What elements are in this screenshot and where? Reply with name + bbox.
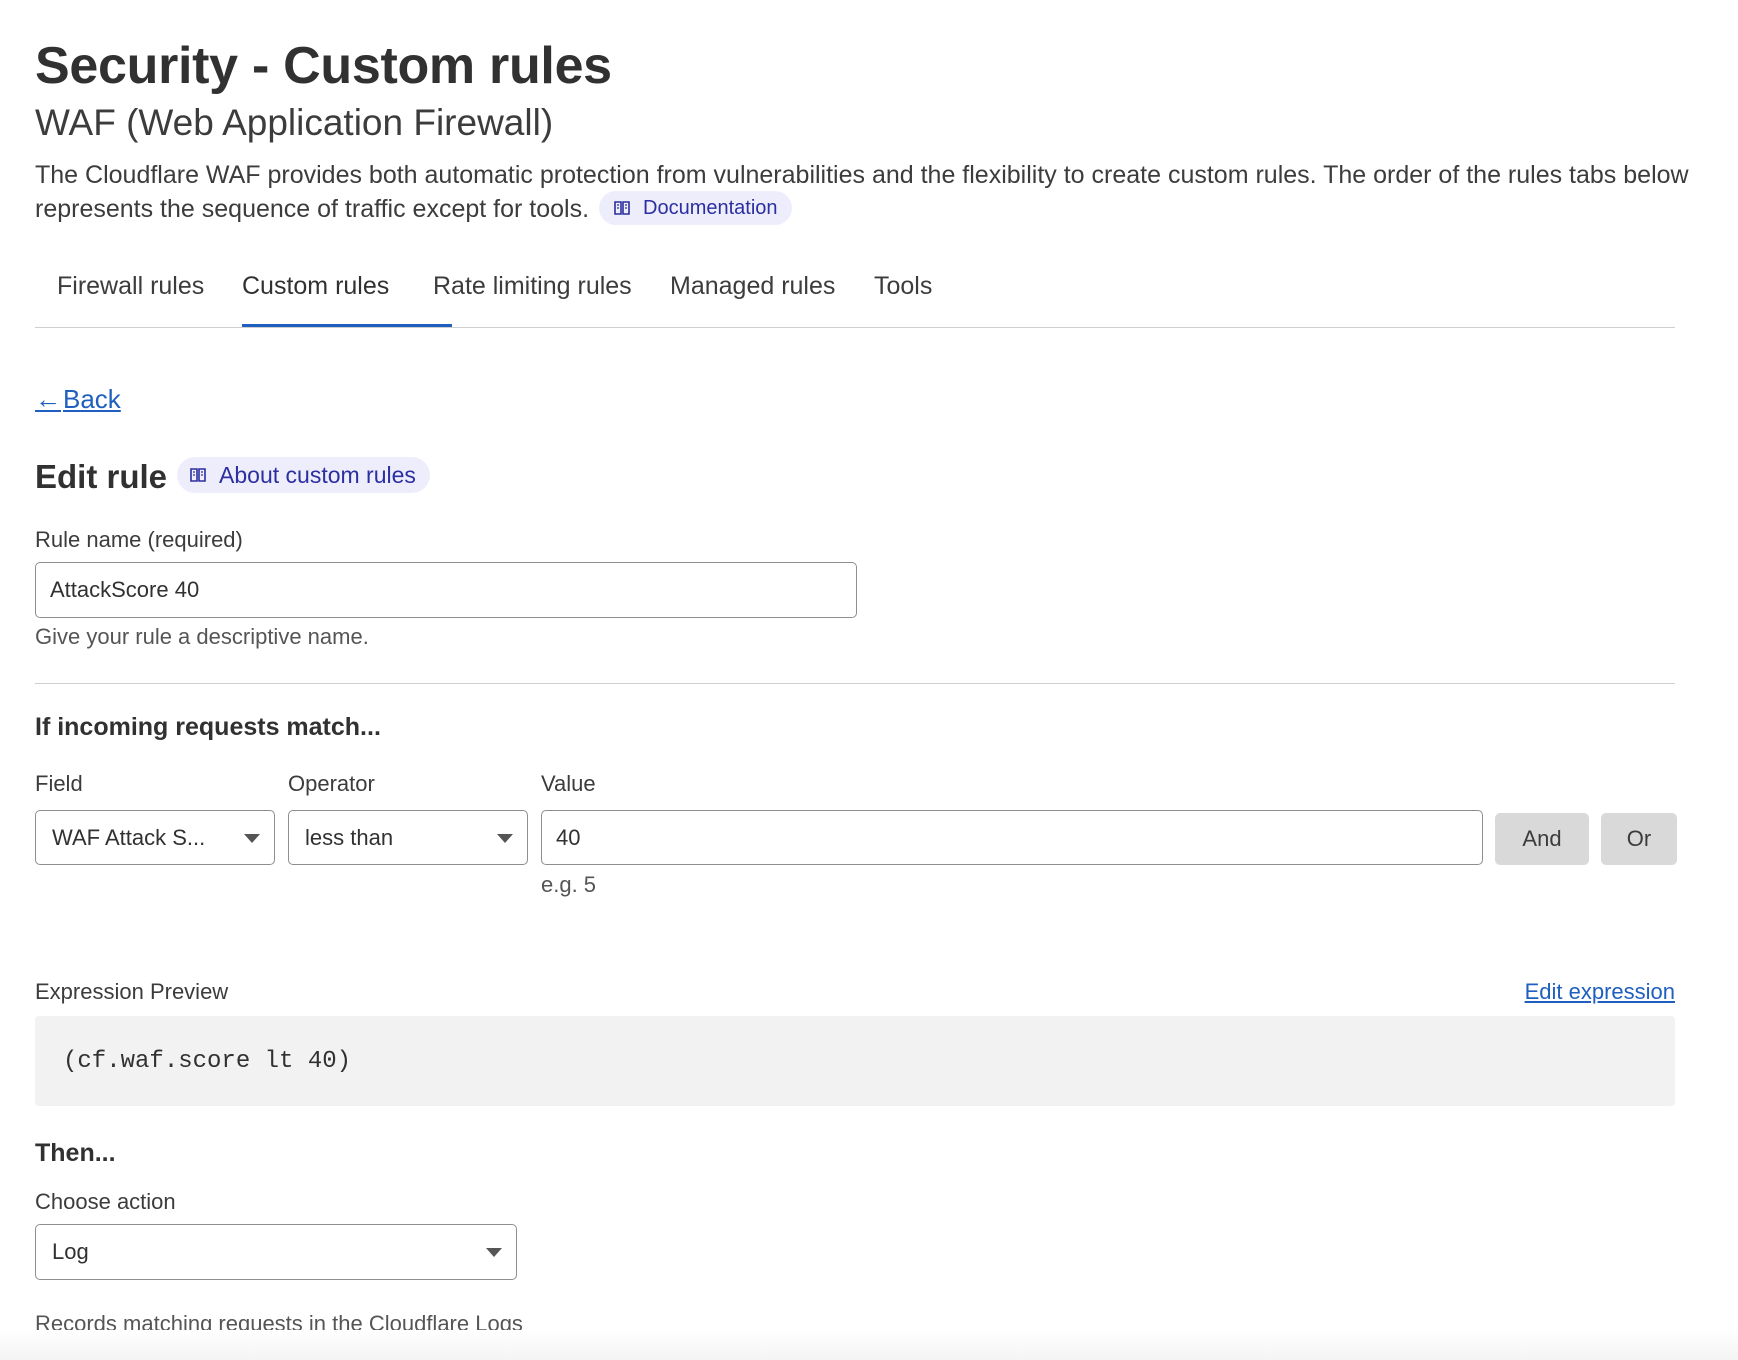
match-heading: If incoming requests match... <box>35 713 381 741</box>
operator-select-value: less than <box>305 824 394 850</box>
arrow-left-icon: ← <box>35 384 61 414</box>
tab-tools[interactable]: Tools <box>874 272 932 301</box>
book-icon <box>189 466 207 484</box>
about-custom-rules-label: About custom rules <box>219 461 416 488</box>
tab-rate-limiting-rules[interactable]: Rate limiting rules <box>433 272 632 301</box>
page-subtitle: WAF (Web Application Firewall) <box>35 102 554 143</box>
value-input[interactable]: 40 <box>541 810 1483 865</box>
expression-preview-label: Expression Preview <box>35 979 229 1004</box>
rule-name-input[interactable]: AttackScore 40 <box>35 562 857 618</box>
value-input-value: 40 <box>556 824 581 850</box>
edit-expression-link[interactable]: Edit expression <box>1525 979 1675 1005</box>
rule-name-label: Rule name (required) <box>35 527 243 552</box>
choose-action-label: Choose action <box>35 1189 176 1214</box>
expression-code: (cf.waf.score lt 40) <box>63 1047 352 1075</box>
about-custom-rules-link[interactable]: About custom rules <box>177 457 430 493</box>
chevron-down-icon <box>497 833 513 843</box>
value-label: Value <box>541 771 596 796</box>
edit-rule-heading: Edit rule <box>35 458 168 495</box>
section-divider <box>35 683 1675 684</box>
operator-label: Operator <box>288 771 375 796</box>
operator-select[interactable]: less than <box>288 810 528 865</box>
page-title: Security - Custom rules <box>35 37 612 95</box>
action-select-value: Log <box>52 1239 89 1264</box>
scroll-fade <box>0 1330 1738 1360</box>
book-icon <box>613 199 631 217</box>
then-heading: Then... <box>35 1139 116 1167</box>
back-link-label: Back <box>63 384 121 414</box>
chevron-down-icon <box>244 833 260 843</box>
rule-name-value: AttackScore 40 <box>50 577 200 602</box>
tab-firewall-rules[interactable]: Firewall rules <box>57 272 204 301</box>
documentation-link[interactable]: Documentation <box>599 191 792 226</box>
documentation-link-label: Documentation <box>643 197 778 220</box>
edit-rule-header: Edit rule About custom rules <box>35 457 430 496</box>
value-hint: e.g. 5 <box>541 872 597 897</box>
active-tab-indicator <box>242 324 452 327</box>
rule-tabs: Firewall rules Custom rules Rate limitin… <box>35 238 1675 328</box>
field-label: Field <box>35 771 83 796</box>
field-select-value: WAF Attack S... <box>52 824 206 850</box>
field-select[interactable]: WAF Attack S... <box>35 810 275 865</box>
chevron-down-icon <box>486 1248 502 1257</box>
expression-preview: (cf.waf.score lt 40) <box>35 1016 1675 1106</box>
tab-custom-rules[interactable]: Custom rules <box>242 272 389 301</box>
description-text: The Cloudflare WAF provides both automat… <box>35 161 1689 223</box>
and-button[interactable]: And <box>1495 813 1589 865</box>
or-button[interactable]: Or <box>1601 813 1677 865</box>
back-link[interactable]: ← Back <box>35 384 121 415</box>
tab-managed-rules[interactable]: Managed rules <box>670 272 835 301</box>
action-select[interactable]: Log <box>35 1224 517 1280</box>
page-description: The Cloudflare WAF provides both automat… <box>35 158 1695 227</box>
rule-name-hint: Give your rule a descriptive name. <box>35 624 369 649</box>
